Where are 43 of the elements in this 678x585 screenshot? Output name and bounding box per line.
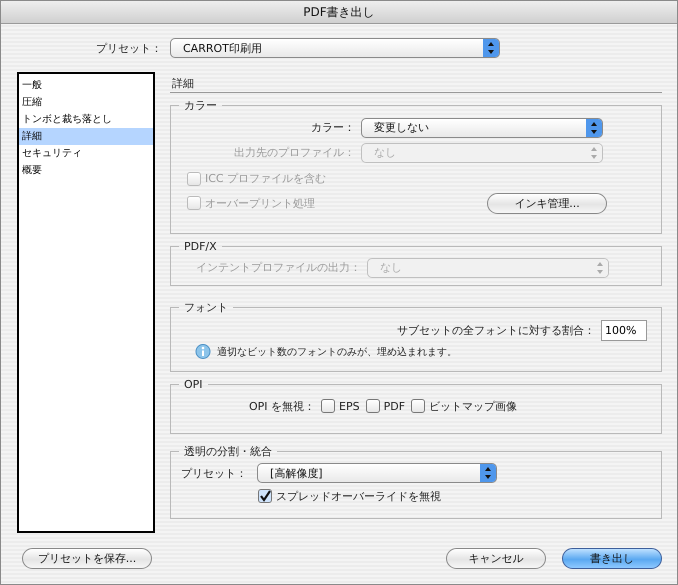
checkbox[interactable] <box>258 489 272 503</box>
group-title: 透明の分割・統合 <box>183 444 273 459</box>
checkbox-label: スプレッドオーバーライドを無視 <box>276 488 441 504</box>
checkbox-label: オーバープリント処理 <box>205 196 315 210</box>
section-title: 詳細 <box>170 72 662 93</box>
checkbox[interactable] <box>411 399 426 413</box>
popup-menu[interactable]: 変更しない <box>361 118 603 138</box>
group-title: カラー <box>183 98 218 113</box>
window-title: PDF書き出し <box>303 4 375 20</box>
checkbox[interactable] <box>366 399 380 413</box>
up-down-arrows-icon <box>483 39 499 57</box>
checkbox-label: ビットマップ画像 <box>429 398 518 414</box>
category-item[interactable]: 概要 <box>19 162 153 179</box>
popup-menu[interactable]: CARROT印刷用 <box>170 38 500 58</box>
up-down-arrows-icon <box>586 118 602 136</box>
field-label: OPI を無視： <box>249 398 316 414</box>
category-item[interactable]: セキュリティ <box>19 145 153 162</box>
field-label: サブセットの全フォントに対する割合： <box>397 322 595 338</box>
export-button[interactable]: 書き出し <box>562 548 662 569</box>
preset-label: プリセット： <box>96 40 162 56</box>
checkbox[interactable] <box>321 399 336 413</box>
group-title: フォント <box>183 300 229 315</box>
info-text: 適切なビット数のフォントのみが、埋め込まれます。 <box>217 346 457 359</box>
field-label: プリセット： <box>181 466 247 480</box>
group-title: PDF/X <box>183 240 218 253</box>
dialog-button[interactable]: プリセットを保存... <box>22 548 152 569</box>
field-label: インテントプロファイルの出力： <box>195 260 361 275</box>
field-label: 出力先のプロファイル： <box>233 145 355 160</box>
up-down-arrows-icon <box>480 464 496 482</box>
checkbox-label: PDF <box>384 400 406 412</box>
category-item[interactable]: トンボと裁ち落とし <box>19 111 153 128</box>
ink-manager-button[interactable]: インキ管理... <box>487 192 607 214</box>
group-title: OPI <box>183 378 204 391</box>
category-item[interactable]: 一般 <box>19 77 153 94</box>
percent-field[interactable]: 100% <box>601 320 647 340</box>
field-label: カラー： <box>310 120 355 135</box>
category-item[interactable]: 圧縮 <box>19 94 153 111</box>
info-icon <box>195 344 211 360</box>
dialog-button[interactable]: キャンセル <box>446 548 546 569</box>
category-item[interactable]: 詳細 <box>19 128 153 145</box>
popup-menu[interactable]: [高解像度] <box>257 463 497 483</box>
checkbox-label: ICC プロファイルを含む <box>205 171 326 186</box>
checkbox-label: EPS <box>339 400 360 412</box>
